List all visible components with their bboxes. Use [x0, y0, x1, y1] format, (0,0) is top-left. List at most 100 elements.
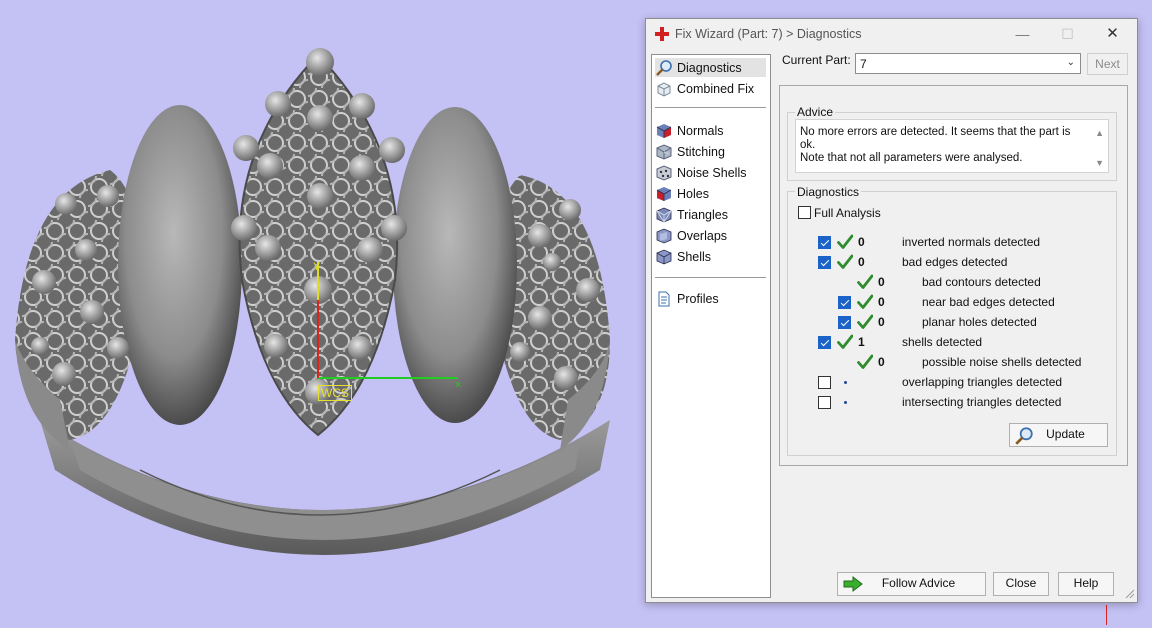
diagnostic-checkbox[interactable] — [818, 396, 831, 409]
wcs-label: WCS — [318, 385, 352, 401]
current-part-value: 7 — [860, 57, 867, 71]
diagnostic-label: bad contours detected — [922, 275, 1041, 289]
close-button[interactable]: Close — [993, 572, 1049, 596]
green-check-icon — [837, 254, 853, 269]
green-check-icon — [857, 354, 873, 369]
nav-divider — [655, 277, 766, 278]
left-smooth-stone — [118, 105, 242, 425]
update-button[interactable]: Update — [1009, 423, 1108, 447]
nav-item-diagnostics[interactable]: Diagnostics — [655, 58, 766, 77]
nav-item-profiles[interactable]: Profiles — [655, 289, 766, 308]
ring-model: × Y — [15, 48, 610, 555]
chevron-down-icon: ⌄ — [1066, 57, 1075, 68]
scroll-up-icon[interactable]: ▲ — [1095, 128, 1104, 138]
green-check-icon — [857, 274, 873, 289]
diagnostic-count: 0 — [878, 315, 885, 329]
svg-text:Y: Y — [313, 261, 321, 273]
full-analysis-checkbox[interactable] — [798, 206, 811, 219]
overlaps-cube-icon — [655, 227, 673, 245]
nav-label: Profiles — [677, 291, 719, 306]
nav-label: Shells — [677, 249, 712, 264]
nav-label: Holes — [677, 186, 709, 201]
diagnostic-label: bad edges detected — [902, 255, 1008, 269]
nav-item-combined-fix[interactable]: Combined Fix — [655, 79, 766, 98]
diagnostic-label: near bad edges detected — [922, 295, 1055, 309]
nav-label: Noise Shells — [677, 165, 747, 180]
title-bar[interactable]: Fix Wizard (Part: 7) > Diagnostics — ☐ ✕ — [646, 19, 1137, 49]
diagnostic-count: 0 — [858, 255, 865, 269]
nav-label: Diagnostics — [677, 60, 742, 75]
current-part-label: Current Part: — [782, 53, 851, 67]
3d-viewport[interactable]: × Y WCS — [0, 0, 1107, 625]
noise-shells-icon — [655, 164, 673, 182]
resize-grip-icon[interactable] — [1124, 588, 1134, 598]
diagnostic-checkbox[interactable] — [818, 256, 831, 269]
right-smooth-stone — [393, 107, 517, 423]
document-icon — [655, 290, 673, 308]
nav-item-noise-shells[interactable]: Noise Shells — [655, 163, 766, 182]
nav-label: Normals — [677, 123, 724, 138]
diagnostic-count: 0 — [858, 235, 865, 249]
diagnostic-label: intersecting triangles detected — [902, 395, 1062, 409]
next-button[interactable]: Next — [1087, 53, 1128, 75]
advice-message: No more errors are detected. It seems th… — [800, 126, 1071, 164]
diagnostic-label: planar holes detected — [922, 315, 1037, 329]
pending-dot-icon — [844, 381, 847, 384]
current-part-select[interactable]: 7 ⌄ — [855, 53, 1081, 74]
cube-icon — [655, 80, 673, 98]
update-label: Update — [1046, 427, 1085, 441]
green-check-icon — [837, 334, 853, 349]
green-arrow-icon — [843, 575, 863, 593]
nav-label: Stitching — [677, 144, 725, 159]
diagnostic-checkbox[interactable] — [818, 336, 831, 349]
diagnostic-label: shells detected — [902, 335, 983, 349]
follow-advice-label: Follow Advice — [881, 576, 956, 590]
diagnostic-label: overlapping triangles detected — [902, 375, 1063, 389]
window-title: Fix Wizard (Part: 7) > Diagnostics — [675, 27, 862, 41]
green-check-icon — [837, 234, 853, 249]
svg-text:×: × — [455, 379, 461, 391]
diagnostic-count: 1 — [858, 335, 865, 349]
nav-item-triangles[interactable]: Triangles — [655, 205, 766, 224]
stitching-cube-icon — [655, 143, 673, 161]
diagnostic-checkbox[interactable] — [818, 376, 831, 389]
nav-item-shells[interactable]: Shells — [655, 247, 766, 266]
diagnostic-count: 0 — [878, 295, 885, 309]
red-cross-icon — [655, 27, 669, 41]
close-label: Close — [1005, 576, 1037, 590]
nav-item-holes[interactable]: Holes — [655, 184, 766, 203]
shells-cube-icon — [655, 248, 673, 266]
maximize-button[interactable]: ☐ — [1045, 19, 1090, 49]
diagnostics-group-title: Diagnostics — [795, 185, 862, 199]
scroll-down-icon[interactable]: ▼ — [1095, 158, 1104, 168]
diagnostic-checkbox[interactable] — [838, 296, 851, 309]
nav-item-overlaps[interactable]: Overlaps — [655, 226, 766, 245]
normals-cube-icon — [655, 122, 673, 140]
green-check-icon — [857, 294, 873, 309]
nav-divider — [655, 107, 766, 108]
corner-axis-indicator — [1106, 605, 1107, 625]
diagnostic-checkbox[interactable] — [818, 236, 831, 249]
wizard-nav-panel: Diagnostics Combined Fix Normals Stitchi… — [651, 54, 771, 598]
diagnostic-checkbox[interactable] — [838, 316, 851, 329]
nav-label: Overlaps — [677, 228, 728, 243]
help-button[interactable]: Help — [1058, 572, 1114, 596]
advice-group-title: Advice — [795, 105, 836, 119]
diagnostic-label: inverted normals detected — [902, 235, 1041, 249]
advice-text-box[interactable]: No more errors are detected. It seems th… — [795, 119, 1109, 173]
nav-label: Combined Fix — [677, 81, 755, 96]
nav-item-stitching[interactable]: Stitching — [655, 142, 766, 161]
diagnostic-count: 0 — [878, 275, 885, 289]
holes-cube-icon — [655, 185, 673, 203]
magnifier-icon — [1015, 427, 1033, 445]
close-window-button[interactable]: ✕ — [1090, 19, 1135, 49]
help-label: Help — [1073, 576, 1099, 590]
magnifier-icon — [655, 59, 673, 77]
follow-advice-button[interactable]: Follow Advice — [837, 572, 986, 596]
diagnostic-label: possible noise shells detected — [922, 355, 1082, 369]
nav-item-normals[interactable]: Normals — [655, 121, 766, 140]
diagnostic-count: 0 — [878, 355, 885, 369]
full-analysis-label: Full Analysis — [814, 206, 881, 220]
nav-label: Triangles — [677, 207, 728, 222]
minimize-button[interactable]: — — [1000, 19, 1045, 49]
